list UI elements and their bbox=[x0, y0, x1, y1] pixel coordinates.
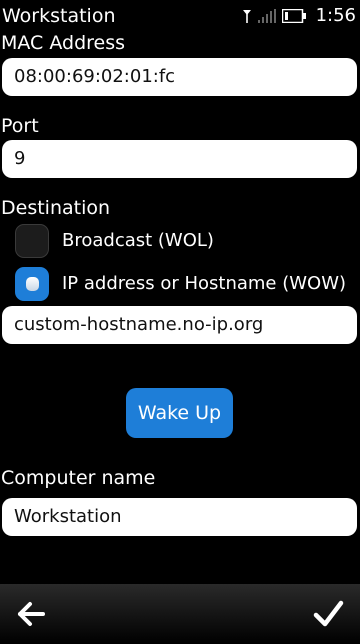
wake-up-button[interactable]: Wake Up bbox=[126, 388, 233, 438]
hostname-option-label: IP address or Hostname (WOW) bbox=[62, 273, 347, 294]
radio-dot bbox=[26, 277, 39, 291]
mac-address-field[interactable]: 08:00:69:02:01:fc bbox=[2, 58, 357, 96]
battery-icon bbox=[281, 9, 306, 23]
status-icons: 1:56 bbox=[242, 4, 356, 28]
radio-checked-icon[interactable] bbox=[15, 267, 49, 301]
signal-antenna-icon bbox=[242, 10, 251, 23]
destination-label: Destination bbox=[1, 197, 111, 219]
status-bar: Workstation 1:56 bbox=[0, 0, 360, 32]
hostname-field[interactable]: custom-hostname.no-ip.org bbox=[2, 306, 357, 344]
computer-name-field[interactable]: Workstation bbox=[2, 498, 357, 536]
port-field[interactable]: 9 bbox=[2, 140, 357, 178]
signal-strength-icon bbox=[257, 9, 276, 23]
broadcast-option-label: Broadcast (WOL) bbox=[62, 230, 214, 251]
radio-unchecked-icon[interactable] bbox=[15, 224, 49, 258]
back-button[interactable] bbox=[12, 594, 52, 634]
computer-name-label: Computer name bbox=[1, 467, 156, 489]
mac-address-label: MAC Address bbox=[1, 32, 126, 54]
confirm-button[interactable] bbox=[308, 594, 348, 634]
checkmark-icon bbox=[313, 600, 344, 627]
app-title: Workstation bbox=[2, 5, 116, 27]
clock: 1:56 bbox=[315, 5, 356, 26]
port-label: Port bbox=[1, 115, 39, 137]
back-arrow-icon bbox=[18, 602, 45, 626]
broadcast-radio-option[interactable]: Broadcast (WOL) bbox=[15, 224, 214, 258]
hostname-radio-option[interactable]: IP address or Hostname (WOW) bbox=[15, 267, 346, 301]
bottom-toolbar bbox=[0, 584, 360, 644]
